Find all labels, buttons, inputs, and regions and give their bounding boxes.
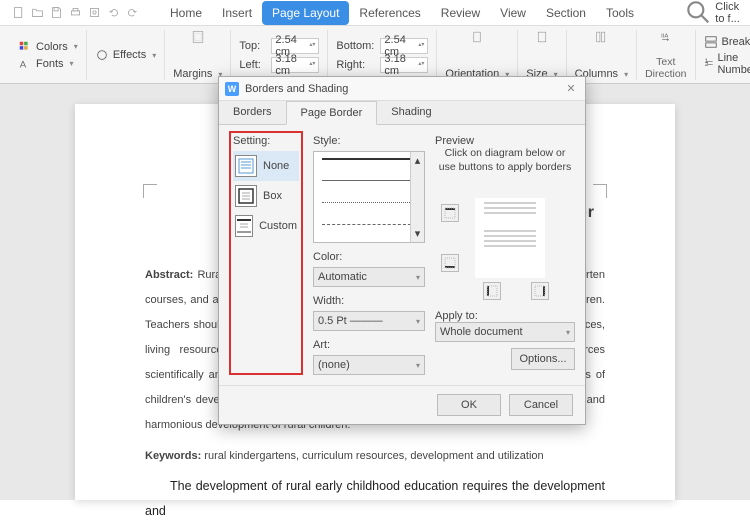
line-numbers-icon: 12: [704, 57, 714, 71]
box-icon: [238, 188, 254, 204]
apply-to-label: Apply to:: [435, 310, 575, 322]
dialog-tab-page-border[interactable]: Page Border: [286, 101, 378, 125]
size-button[interactable]: Size▾: [518, 30, 566, 80]
preview-diagram[interactable]: [435, 180, 575, 300]
setting-group: Setting: None Box Custom: [229, 131, 303, 375]
open-icon[interactable]: [31, 6, 44, 19]
tab-insert[interactable]: Insert: [212, 1, 262, 25]
border-left-button[interactable]: [483, 282, 501, 300]
margin-bottom-label: Bottom:: [336, 40, 376, 52]
preview-hint: Click on diagram below or use buttons to…: [435, 147, 575, 174]
quick-access-toolbar: [4, 2, 147, 22]
options-button[interactable]: Options...: [511, 348, 575, 370]
setting-label: Setting:: [233, 135, 299, 147]
crop-mark: [593, 184, 607, 198]
redo-icon[interactable]: [126, 6, 139, 19]
size-icon: [535, 30, 549, 44]
border-right-button[interactable]: [531, 282, 549, 300]
dialog-titlebar[interactable]: W Borders and Shading ✕: [219, 77, 585, 101]
effects-icon: [95, 48, 109, 62]
width-combo[interactable]: 0.5 Pt ———▾: [313, 311, 425, 331]
setting-none[interactable]: None: [233, 151, 299, 181]
setting-box[interactable]: Box: [233, 181, 299, 211]
apply-to-combo[interactable]: Whole document▾: [435, 322, 575, 342]
margins-icon: [191, 30, 205, 44]
margins-button[interactable]: Margins▾: [165, 30, 231, 80]
border-bottom-icon: [444, 257, 456, 269]
columns-button[interactable]: Columns▾: [567, 30, 637, 80]
keywords-para: Keywords: rural kindergartens, curriculu…: [145, 443, 605, 468]
art-label: Art:: [313, 339, 425, 351]
margin-left-label: Left:: [239, 59, 267, 71]
line-numbers-button[interactable]: 12Line Numbers▾: [704, 52, 750, 76]
margin-left-input[interactable]: 3.18 cm▴▾: [271, 57, 319, 73]
ok-button[interactable]: OK: [437, 394, 501, 416]
dialog-tab-borders[interactable]: Borders: [219, 101, 286, 124]
tab-page-layout[interactable]: Page Layout: [262, 1, 349, 25]
orientation-button[interactable]: Orientation▾: [437, 30, 518, 80]
svg-text:A: A: [20, 59, 27, 70]
breaks-button[interactable]: Breaks▾: [704, 35, 750, 49]
tab-home[interactable]: Home: [160, 1, 212, 25]
print-icon[interactable]: [69, 6, 82, 19]
border-top-icon: [444, 207, 456, 219]
dialog-tabs: Borders Page Border Shading: [219, 101, 585, 125]
color-combo[interactable]: Automatic▾: [313, 267, 425, 287]
border-top-button[interactable]: [441, 204, 459, 222]
orientation-icon: [470, 30, 484, 44]
custom-icon: [236, 218, 252, 234]
theme-fonts-button[interactable]: AFonts▾: [18, 57, 78, 71]
search-box[interactable]: Click to f...: [685, 0, 740, 26]
wps-icon: W: [225, 82, 239, 96]
color-label: Color:: [313, 251, 425, 263]
border-left-icon: [486, 285, 498, 297]
margin-right-input[interactable]: 3.18 cm▴▾: [380, 57, 428, 73]
art-combo[interactable]: (none)▾: [313, 355, 425, 375]
effects-button[interactable]: Effects▾: [95, 48, 156, 62]
style-label: Style:: [313, 135, 425, 147]
borders-shading-dialog: W Borders and Shading ✕ Borders Page Bor…: [218, 76, 586, 425]
undo-icon[interactable]: [107, 6, 120, 19]
dialog-tab-shading[interactable]: Shading: [377, 101, 445, 124]
close-button[interactable]: ✕: [563, 81, 579, 97]
theme-colors-button[interactable]: Colors▾: [18, 40, 78, 54]
width-label: Width:: [313, 295, 425, 307]
scrollbar[interactable]: ▴▾: [410, 152, 424, 242]
body-para: The development of rural early childhood…: [145, 474, 605, 524]
tab-review[interactable]: Review: [431, 1, 490, 25]
dialog-title: Borders and Shading: [245, 83, 348, 95]
breaks-icon: [704, 35, 718, 49]
style-listbox[interactable]: ▴▾: [313, 151, 425, 243]
save-icon[interactable]: [50, 6, 63, 19]
margin-right-label: Right:: [336, 59, 376, 71]
preview-label: Preview: [435, 135, 575, 147]
cancel-button[interactable]: Cancel: [509, 394, 573, 416]
columns-icon: [594, 30, 608, 44]
margin-top-label: Top:: [239, 40, 267, 52]
border-bottom-button[interactable]: [441, 254, 459, 272]
font-icon: A: [18, 57, 32, 71]
margin-top-input[interactable]: 2.54 cm▴▾: [271, 38, 319, 54]
new-icon[interactable]: [12, 6, 25, 19]
margin-bottom-input[interactable]: 2.54 cm▴▾: [380, 38, 428, 54]
tab-view[interactable]: View: [490, 1, 536, 25]
setting-custom[interactable]: Custom: [233, 211, 299, 241]
border-right-icon: [534, 285, 546, 297]
print-preview-icon[interactable]: [88, 6, 101, 19]
crop-mark: [143, 184, 157, 198]
search-icon: [685, 0, 712, 26]
tab-tools[interactable]: Tools: [596, 1, 644, 25]
text-direction-icon: IIA: [659, 30, 673, 44]
tab-references[interactable]: References: [349, 1, 430, 25]
tab-section[interactable]: Section: [536, 1, 596, 25]
palette-icon: [18, 40, 32, 54]
none-icon: [238, 158, 254, 174]
text-direction-button[interactable]: IIA Text Direction: [637, 30, 695, 80]
